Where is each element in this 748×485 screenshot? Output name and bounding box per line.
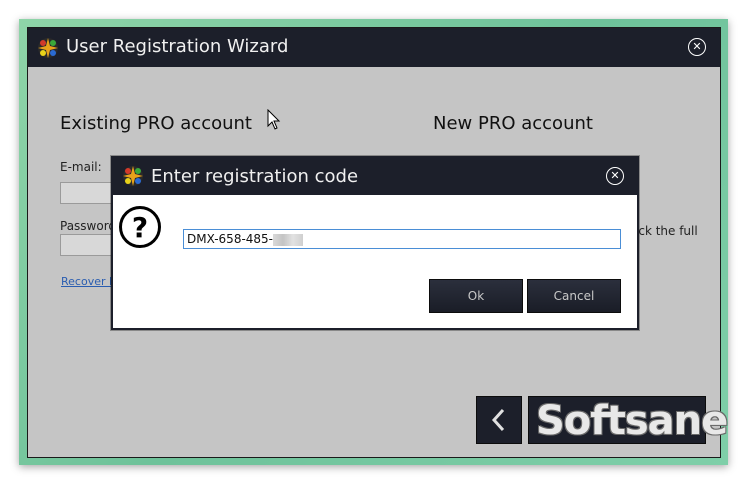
new-account-heading: New PRO account — [433, 113, 593, 134]
question-icon: ? — [119, 206, 161, 248]
registration-code-value: DMX-658-485- — [187, 232, 274, 246]
window-close-button[interactable]: ✕ — [688, 38, 706, 56]
window-titlebar[interactable]: User Registration Wizard ✕ — [28, 28, 720, 67]
softsane-watermark: Softsane — [536, 398, 728, 444]
dialog-titlebar[interactable]: Enter registration code ✕ — [113, 158, 637, 195]
app-logo-icon — [38, 38, 58, 58]
close-icon: ✕ — [692, 40, 702, 53]
dialog-close-button[interactable]: ✕ — [606, 167, 624, 185]
registration-code-dialog: Enter registration code ✕ ? DMX-658-485-… — [111, 156, 639, 330]
registration-code-input[interactable]: DMX-658-485- — [183, 229, 621, 249]
close-icon: ✕ — [610, 169, 620, 182]
existing-account-heading: Existing PRO account — [60, 113, 252, 134]
password-label: Password — [60, 219, 117, 233]
email-label: E-mail: — [60, 160, 102, 174]
chevron-left-icon — [491, 408, 505, 432]
window-title: User Registration Wizard — [66, 36, 289, 57]
dialog-title: Enter registration code — [151, 166, 359, 187]
app-logo-icon — [123, 166, 143, 186]
mouse-cursor-icon — [267, 109, 281, 130]
ok-button[interactable]: Ok — [429, 279, 523, 313]
code-redaction-mask — [273, 233, 304, 246]
cancel-button[interactable]: Cancel — [527, 279, 621, 313]
new-account-description: ock the full — [631, 224, 698, 238]
back-button[interactable] — [476, 396, 522, 444]
